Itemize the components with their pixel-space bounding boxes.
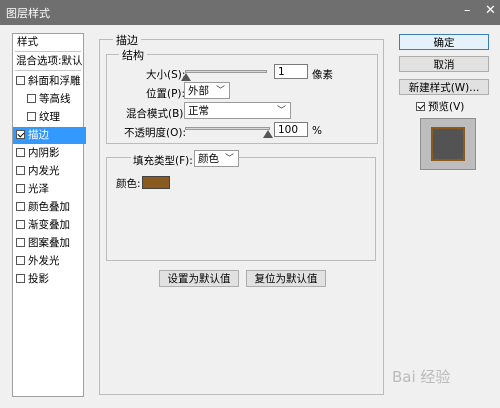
style-checkbox[interactable]: [16, 129, 25, 139]
style-checkbox[interactable]: [16, 75, 25, 85]
chevron-down-icon: ﹀: [224, 154, 234, 164]
size-slider-thumb[interactable]: [181, 73, 191, 81]
position-select[interactable]: 外部 ﹀: [184, 82, 230, 99]
position-select-value: 外部: [188, 85, 209, 97]
opacity-input[interactable]: [274, 122, 308, 137]
opacity-slider-track[interactable]: [185, 127, 270, 130]
style-list-item[interactable]: 等高线: [13, 91, 97, 108]
preview-label: 预览(V): [428, 101, 465, 113]
style-list-item[interactable]: 纹理: [13, 109, 97, 126]
cancel-button[interactable]: 取消: [399, 56, 489, 72]
style-list-item-label: 纹理: [39, 111, 60, 123]
color-label: 颜色:: [116, 178, 141, 190]
style-list-item-label: 渐变叠加: [28, 219, 70, 231]
style-list-item[interactable]: 光泽: [13, 181, 86, 198]
style-list-item[interactable]: 投影: [13, 271, 86, 288]
style-list-divider: [15, 51, 81, 52]
style-list-item-label: 外发光: [28, 255, 60, 267]
style-list-item-label: 投影: [28, 273, 49, 285]
size-slider-track[interactable]: [185, 70, 267, 73]
style-checkbox[interactable]: [16, 165, 25, 175]
style-checkbox[interactable]: [16, 201, 25, 211]
style-list-item[interactable]: 颜色叠加: [13, 199, 86, 216]
fill-type-label: 填充类型(F):: [131, 153, 195, 168]
fill-type-select-value: 颜色: [198, 153, 219, 165]
style-checkbox[interactable]: [16, 237, 25, 247]
style-list-item-label: 图案叠加: [28, 237, 70, 249]
fill-group: [106, 157, 376, 261]
style-list-item-label: 光泽: [28, 183, 49, 195]
watermark: Bai 经验: [392, 368, 451, 386]
blend-options-item[interactable]: 混合选项:默认: [13, 53, 86, 70]
window-title: 图层样式: [6, 7, 50, 20]
structure-group-title: 结构: [119, 47, 147, 63]
size-unit: 像素: [312, 69, 333, 81]
size-input[interactable]: [274, 64, 308, 79]
minimize-icon[interactable]: –: [464, 3, 471, 19]
position-label: 位置(P):: [146, 88, 186, 100]
style-list-item-label: 描边: [28, 129, 49, 141]
style-preview: [420, 118, 476, 170]
blend-mode-label: 混合模式(B):: [126, 108, 187, 120]
title-bar: 图层样式 – ✕: [0, 0, 500, 25]
chevron-down-icon: ﹀: [276, 106, 286, 116]
blend-mode-select-value: 正常: [188, 105, 209, 117]
stroke-color-swatch[interactable]: [142, 176, 170, 189]
style-preview-swatch: [431, 127, 465, 161]
style-list-item-label: 斜面和浮雕: [28, 75, 81, 87]
style-list-item[interactable]: 外发光: [13, 253, 86, 270]
style-list-item-label: 内阴影: [28, 147, 60, 159]
style-list-item[interactable]: 内阴影: [13, 145, 86, 162]
style-list: 样式 混合选项:默认 斜面和浮雕等高线纹理描边内阴影内发光光泽颜色叠加渐变叠加图…: [12, 33, 86, 397]
style-list-header: 样式: [17, 36, 38, 48]
preview-checkbox[interactable]: [416, 101, 425, 111]
close-icon[interactable]: ✕: [485, 3, 496, 19]
preview-toggle[interactable]: 预览(V): [416, 99, 464, 114]
opacity-label: 不透明度(O):: [124, 127, 186, 139]
blend-mode-select[interactable]: 正常 ﹀: [184, 102, 291, 119]
style-checkbox[interactable]: [27, 93, 36, 103]
style-list-item[interactable]: 描边: [13, 127, 86, 144]
opacity-unit: %: [312, 125, 322, 137]
set-default-button[interactable]: 设置为默认值: [159, 270, 239, 287]
style-checkbox[interactable]: [16, 183, 25, 193]
style-list-item[interactable]: 渐变叠加: [13, 217, 86, 234]
style-list-divider: [15, 70, 81, 71]
style-checkbox[interactable]: [16, 219, 25, 229]
style-checkbox[interactable]: [27, 111, 36, 121]
style-list-item[interactable]: 图案叠加: [13, 235, 86, 252]
style-list-item-label: 颜色叠加: [28, 201, 70, 213]
stroke-panel-title: 描边: [113, 32, 141, 48]
opacity-slider-thumb[interactable]: [263, 130, 273, 138]
style-checkbox[interactable]: [16, 273, 25, 283]
style-list-item-label: 等高线: [39, 93, 71, 105]
size-label: 大小(S):: [146, 69, 186, 81]
style-checkbox[interactable]: [16, 147, 25, 157]
ok-button[interactable]: 确定: [399, 34, 489, 50]
style-list-item[interactable]: 内发光: [13, 163, 86, 180]
reset-default-button[interactable]: 复位为默认值: [246, 270, 326, 287]
chevron-down-icon: ﹀: [215, 86, 225, 96]
style-list-item[interactable]: 斜面和浮雕: [13, 73, 86, 90]
style-list-item-label: 内发光: [28, 165, 60, 177]
style-checkbox[interactable]: [16, 255, 25, 265]
new-style-button[interactable]: 新建样式(W)...: [399, 79, 489, 95]
fill-type-select[interactable]: 颜色 ﹀: [194, 150, 239, 167]
